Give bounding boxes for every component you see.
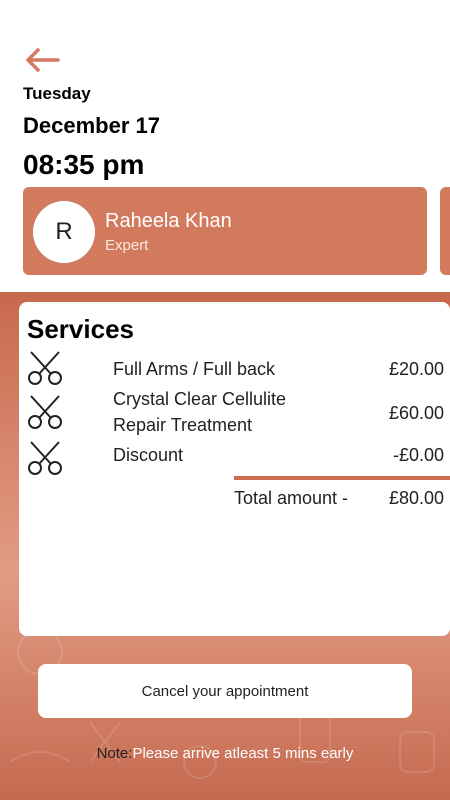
service-name: Full Arms / Full back (113, 359, 276, 379)
total-label: Total amount - (234, 488, 349, 508)
appointment-date: December 17 (23, 113, 160, 138)
expert-role: Expert (105, 237, 149, 254)
service-price: £60.00 (388, 403, 444, 423)
service-name: Discount (113, 445, 184, 465)
service-name: Crystal Clear Cellulite Repair Treatment (113, 389, 287, 435)
service-price: -£0.00 (392, 445, 444, 465)
scissors-icon (28, 395, 62, 429)
expert-card[interactable]: R Raheela Khan Expert (23, 187, 427, 275)
arrival-note: Note:Please arrive atleast 5 mins early (0, 745, 450, 762)
note-label: Note: (96, 745, 133, 762)
scissors-icon (28, 351, 62, 385)
appointment-header: Tuesday December 17 08:35 pm R Raheela K… (0, 0, 450, 292)
avatar: R (33, 201, 95, 263)
total-amount: £80.00 (388, 488, 444, 508)
next-expert-card[interactable] (440, 187, 450, 275)
back-arrow-icon[interactable] (22, 44, 62, 76)
expert-name: Raheela Khan (105, 210, 232, 232)
cancel-appointment-button[interactable]: Cancel your appointment (38, 664, 412, 718)
service-price: £20.00 (388, 359, 444, 379)
appointment-time: 08:35 pm (23, 149, 145, 180)
total-divider (234, 476, 450, 480)
services-title: Services (27, 314, 134, 344)
note-text: Please arrive atleast 5 mins early (132, 745, 354, 762)
scissors-icon (28, 441, 62, 475)
appointment-day: Tuesday (23, 84, 91, 103)
services-card: Services Full Arms / Full back £20.00 Cr… (19, 302, 450, 636)
